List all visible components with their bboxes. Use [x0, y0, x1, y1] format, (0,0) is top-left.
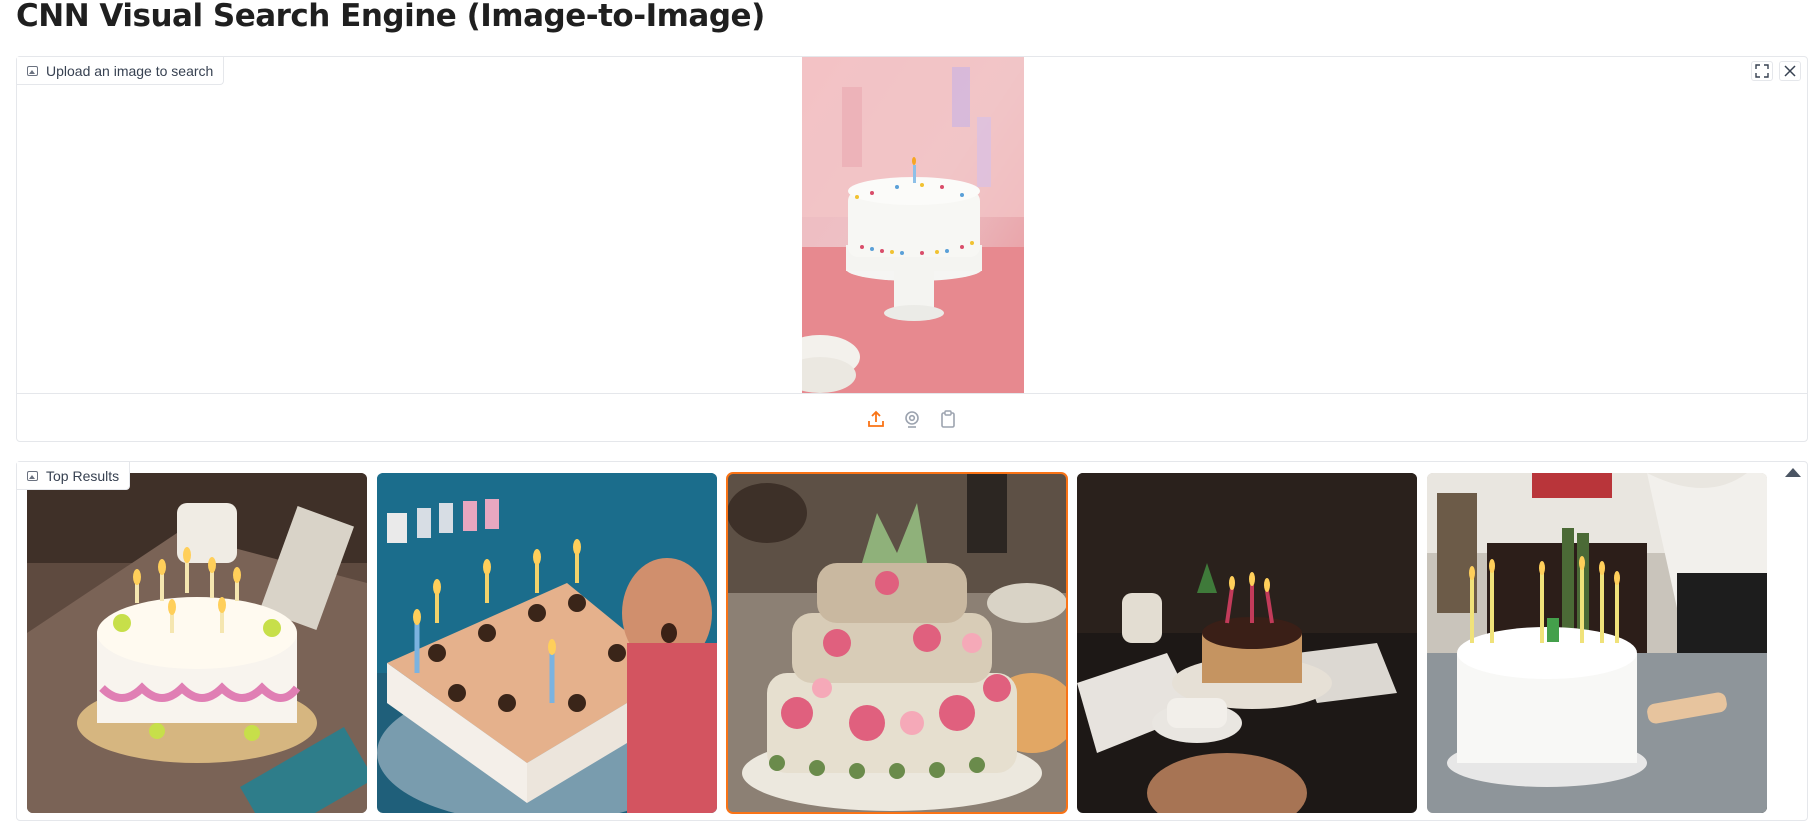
gallery-thumbnail[interactable] — [377, 473, 717, 813]
fullscreen-button[interactable] — [1751, 61, 1773, 81]
results-gallery — [27, 472, 1767, 814]
results-label-text: Top Results — [46, 467, 120, 484]
results-gallery-panel: Top Results — [16, 461, 1808, 821]
webcam-source-button[interactable] — [901, 408, 923, 430]
page-title: CNN Visual Search Engine (Image-to-Image… — [16, 0, 765, 34]
upload-label-text: Upload an image to search — [46, 62, 214, 79]
results-label: Top Results — [17, 462, 131, 490]
gallery-thumbnail[interactable] — [1077, 473, 1417, 813]
image-icon — [27, 470, 38, 481]
clipboard-icon — [941, 410, 955, 428]
fullscreen-icon — [1755, 64, 1769, 78]
image-upload-panel[interactable]: Upload an image to search — [16, 56, 1808, 442]
result-image — [1427, 473, 1767, 813]
clear-button[interactable] — [1779, 61, 1801, 81]
clipboard-source-button[interactable] — [937, 408, 959, 430]
upload-source-button[interactable] — [865, 408, 887, 430]
upload-label: Upload an image to search — [17, 57, 225, 85]
query-image-preview — [802, 57, 1024, 393]
image-icon — [27, 65, 38, 76]
webcam-icon — [905, 411, 919, 428]
scroll-up-icon[interactable] — [1785, 468, 1801, 477]
gallery-thumbnail-selected[interactable] — [726, 472, 1068, 814]
gallery-thumbnail[interactable] — [27, 473, 367, 813]
result-image — [727, 473, 1067, 813]
query-image — [802, 57, 1024, 393]
upload-icon — [868, 410, 884, 427]
gallery-thumbnail[interactable] — [1427, 473, 1767, 813]
result-image — [27, 473, 367, 813]
close-icon — [1784, 65, 1796, 77]
result-image — [1077, 473, 1417, 813]
source-toolbar — [17, 393, 1807, 444]
result-image — [377, 473, 717, 813]
